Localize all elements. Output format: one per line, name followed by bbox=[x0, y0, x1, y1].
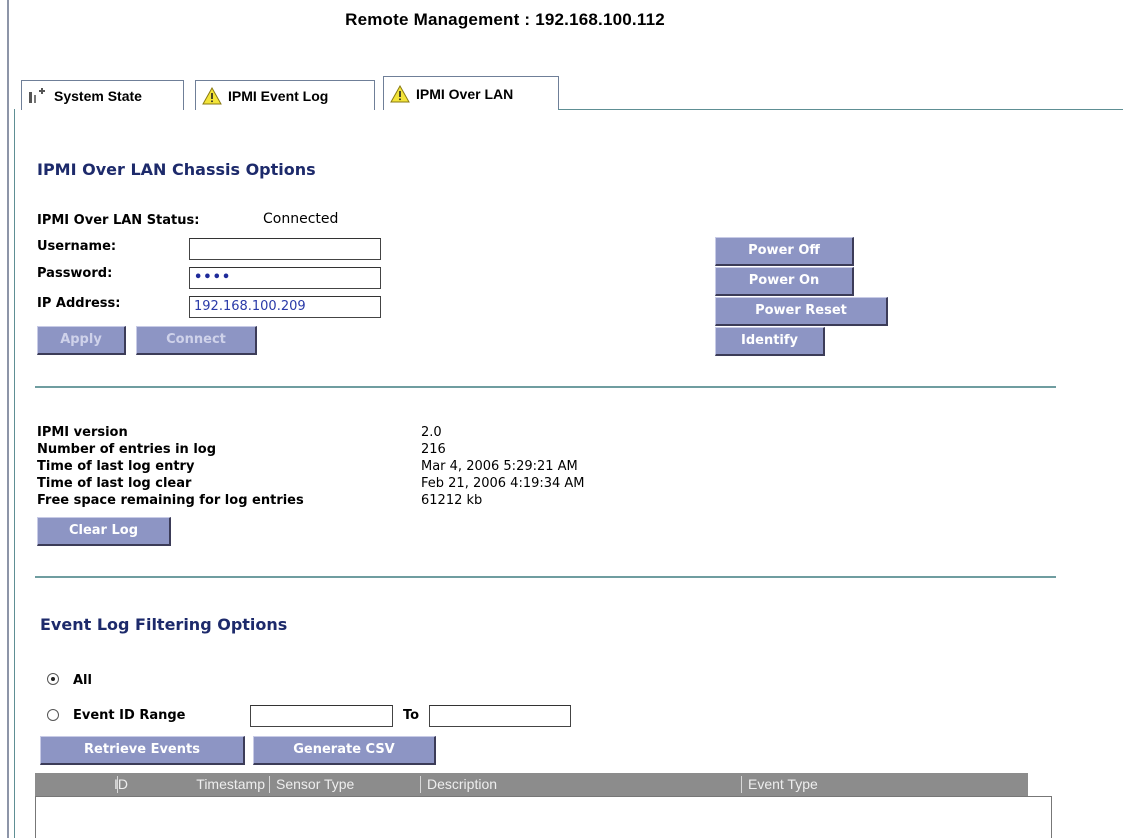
tab-ipmi-over-lan[interactable]: IPMI Over LAN bbox=[383, 76, 559, 110]
event-id-range-radio[interactable] bbox=[47, 709, 59, 721]
column-divider bbox=[269, 776, 270, 793]
status-value: Connected bbox=[263, 211, 339, 227]
connect-button[interactable]: Connect bbox=[136, 326, 257, 355]
column-header-timestamp: Timestamp bbox=[196, 776, 265, 792]
range-from-input[interactable] bbox=[250, 705, 393, 727]
password-input[interactable]: •••• bbox=[189, 267, 381, 289]
last-entry-value: Mar 4, 2006 5:29:21 AM bbox=[421, 459, 578, 474]
column-header-event-type: Event Type bbox=[748, 776, 818, 792]
system-state-icon bbox=[28, 87, 48, 105]
panel-border bbox=[14, 109, 15, 838]
username-label: Username: bbox=[37, 239, 117, 254]
event-id-range-label: Event ID Range bbox=[73, 708, 186, 723]
all-radio-label: All bbox=[73, 673, 92, 688]
to-label: To bbox=[403, 708, 420, 723]
username-input[interactable] bbox=[189, 238, 381, 260]
warning-icon bbox=[202, 86, 222, 105]
column-header-description: Description bbox=[427, 776, 498, 792]
all-radio[interactable] bbox=[47, 673, 59, 685]
tab-system-state[interactable]: System State bbox=[21, 80, 184, 110]
column-divider bbox=[117, 776, 118, 793]
left-border bbox=[7, 0, 9, 838]
log-info-values: 2.0 216 Mar 4, 2006 5:29:21 AM Feb 21, 2… bbox=[421, 424, 585, 509]
status-label: IPMI Over LAN Status: bbox=[37, 213, 200, 228]
table-header: ID Timestamp Sensor Type Description Eve… bbox=[35, 773, 1028, 796]
separator bbox=[35, 576, 1056, 578]
ip-address-input[interactable]: 192.168.100.209 bbox=[189, 296, 381, 318]
column-header-id: ID bbox=[114, 776, 128, 792]
tab-label: IPMI Event Log bbox=[228, 87, 329, 104]
power-on-button[interactable]: Power On bbox=[715, 267, 854, 296]
last-entry-label: Time of last log entry bbox=[37, 459, 195, 474]
password-label: Password: bbox=[37, 266, 113, 281]
identify-button[interactable]: Identify bbox=[715, 327, 825, 356]
power-off-button[interactable]: Power Off bbox=[715, 237, 854, 266]
warning-icon bbox=[390, 84, 410, 103]
column-divider bbox=[741, 776, 742, 793]
entries-count-value: 216 bbox=[421, 442, 446, 457]
ip-address-label: IP Address: bbox=[37, 296, 121, 311]
power-reset-button[interactable]: Power Reset bbox=[715, 297, 888, 326]
log-info-labels: IPMI version Number of entries in log Ti… bbox=[37, 424, 304, 509]
generate-csv-button[interactable]: Generate CSV bbox=[253, 736, 436, 765]
tab-label: IPMI Over LAN bbox=[416, 85, 514, 102]
filter-heading: Event Log Filtering Options bbox=[40, 615, 288, 634]
range-to-input[interactable] bbox=[429, 705, 571, 727]
clear-log-button[interactable]: Clear Log bbox=[37, 517, 171, 546]
tab-ipmi-event-log[interactable]: IPMI Event Log bbox=[195, 80, 375, 110]
last-clear-label: Time of last log clear bbox=[37, 476, 192, 491]
tab-label: System State bbox=[54, 87, 142, 104]
page-title: Remote Management : 192.168.100.112 bbox=[345, 10, 665, 29]
column-divider bbox=[420, 776, 421, 793]
separator bbox=[35, 386, 1056, 388]
last-clear-value: Feb 21, 2006 4:19:34 AM bbox=[421, 476, 585, 491]
retrieve-events-button[interactable]: Retrieve Events bbox=[40, 736, 245, 765]
column-header-sensor-type: Sensor Type bbox=[276, 776, 355, 792]
chassis-heading: IPMI Over LAN Chassis Options bbox=[37, 160, 316, 179]
free-space-label: Free space remaining for log entries bbox=[37, 493, 304, 508]
apply-button[interactable]: Apply bbox=[37, 326, 126, 355]
entries-count-label: Number of entries in log bbox=[37, 442, 217, 457]
free-space-value: 61212 kb bbox=[421, 493, 483, 508]
ipmi-version-value: 2.0 bbox=[421, 425, 442, 440]
event-table-body[interactable] bbox=[35, 796, 1052, 838]
tab-baseline bbox=[558, 109, 1123, 110]
ipmi-version-label: IPMI version bbox=[37, 425, 128, 440]
